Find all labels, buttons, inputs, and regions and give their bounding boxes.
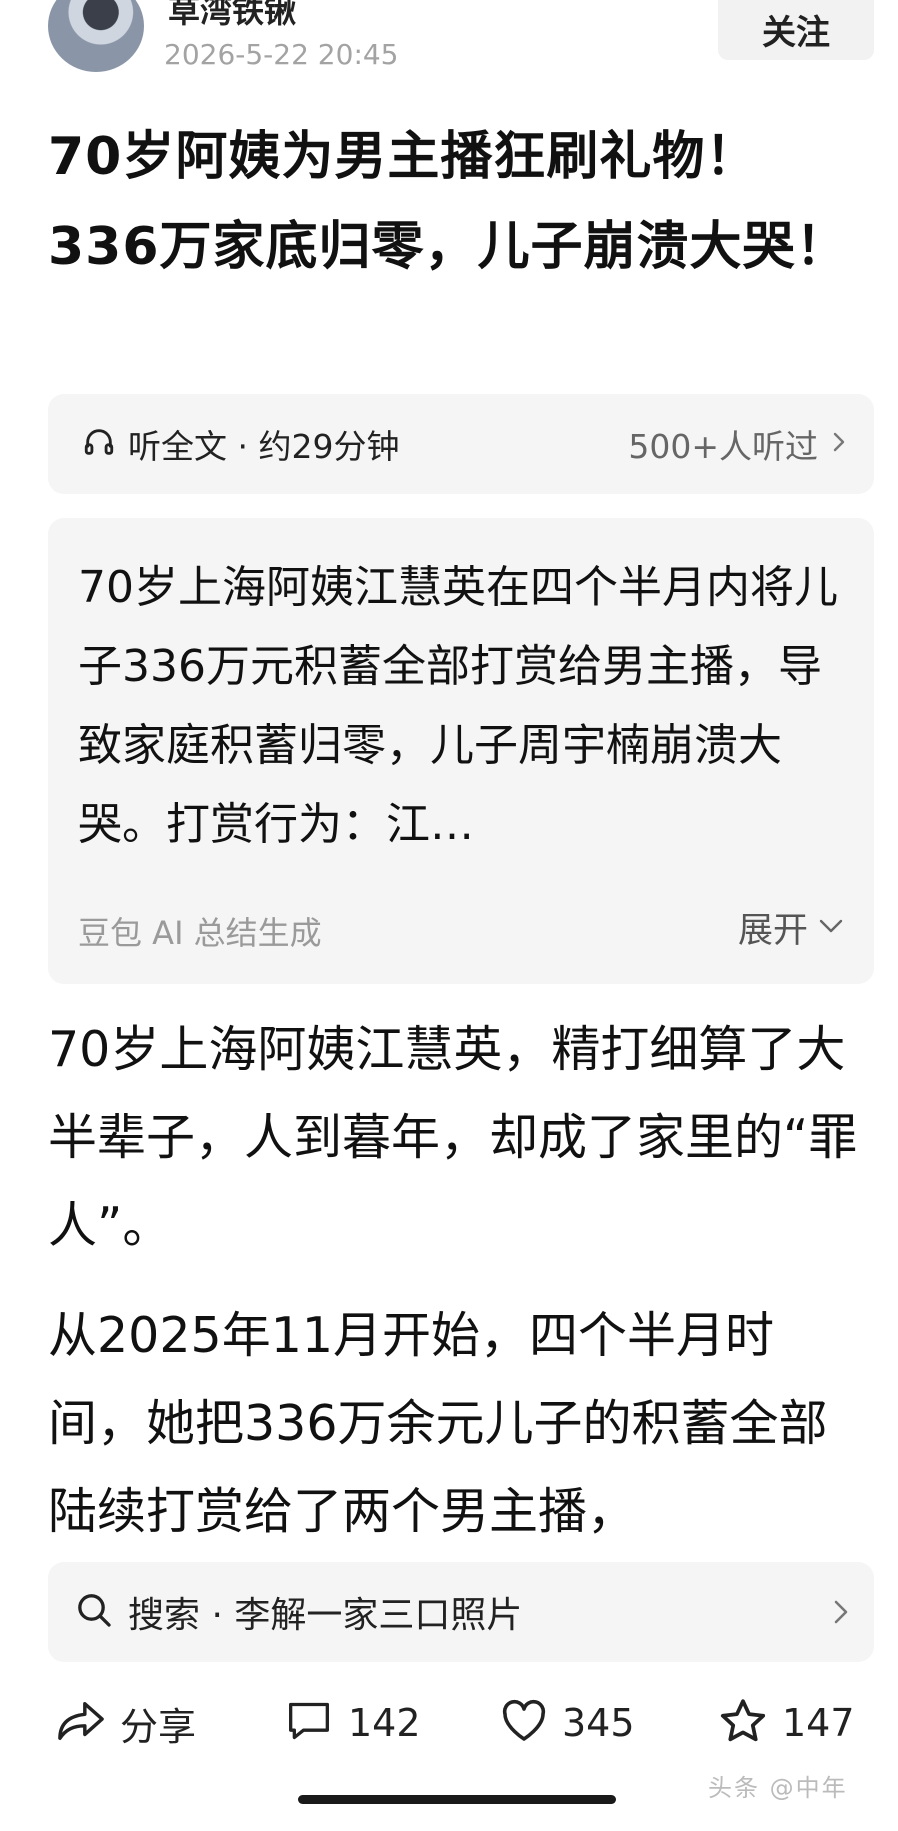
share-label: 分享	[120, 1704, 197, 1749]
favorites-count: 147	[782, 1701, 855, 1745]
listen-full-text-bar[interactable]: 听全文 · 约29分钟 500+人听过	[48, 394, 874, 494]
headphones-icon	[82, 425, 116, 463]
home-indicator[interactable]	[298, 1795, 616, 1804]
related-search-bar[interactable]: 搜索 · 李解一家三口照片	[48, 1562, 874, 1662]
article-title: 70岁阿姨为男主播狂刷礼物！336万家底归零，儿子崩溃大哭！	[48, 127, 849, 277]
search-icon	[74, 1590, 114, 1634]
summary-text: 70岁上海阿姨江慧英在四个半月内将儿子336万元积蓄全部打赏给男主播，导致家庭积…	[78, 562, 838, 850]
follow-button[interactable]: 关注	[718, 0, 874, 60]
like-button[interactable]: 345	[500, 1678, 635, 1768]
watermark: 头条 @中年	[708, 1774, 848, 1802]
post-time: 2026-5-22 20:45	[164, 38, 399, 71]
article-paragraph: 70岁上海阿姨江慧英，精打细算了大半辈子，人到暮年，却成了家里的“罪人”。	[48, 1021, 858, 1254]
chevron-right-icon	[832, 1592, 850, 1636]
author-avatar[interactable]	[48, 0, 144, 72]
listen-right: 500+人听过	[628, 394, 846, 494]
likes-count: 345	[562, 1701, 635, 1745]
favorite-button[interactable]: 147	[718, 1678, 855, 1768]
listen-label: 听全文 · 约29分钟	[128, 427, 400, 466]
heart-icon	[500, 1699, 548, 1747]
listen-count: 500+人听过	[628, 427, 818, 466]
chevron-down-icon	[818, 918, 844, 938]
search-label: 搜索 · 李解一家三口照片	[128, 1595, 523, 1636]
share-button[interactable]: 分享	[56, 1678, 196, 1768]
ai-summary-card: 70岁上海阿姨江慧英在四个半月内将儿子336万元积蓄全部打赏给男主播，导致家庭积…	[48, 518, 874, 984]
comment-icon	[284, 1699, 334, 1747]
comments-count: 142	[348, 1701, 421, 1745]
comment-button[interactable]: 142	[284, 1678, 421, 1768]
listen-left: 听全文 · 约29分钟	[82, 394, 399, 494]
author-name[interactable]: 草湾铁锹	[168, 0, 296, 32]
summary-source: 豆包 AI 总结生成	[78, 914, 322, 952]
expand-button[interactable]: 展开	[738, 902, 844, 953]
expand-label: 展开	[737, 911, 808, 951]
share-icon	[56, 1698, 106, 1748]
search-left: 搜索 · 李解一家三口照片	[74, 1562, 522, 1662]
chevron-right-icon	[832, 430, 846, 458]
action-bar: 分享 142 345 147	[0, 1678, 898, 1768]
article-paragraph: 从2025年11月开始，四个半月时间，她把336万余元儿子的积蓄全部陆续打赏给了…	[48, 1307, 828, 1540]
post-header: 草湾铁锹 2026-5-22 20:45 关注	[0, 0, 898, 78]
star-icon	[718, 1697, 768, 1749]
